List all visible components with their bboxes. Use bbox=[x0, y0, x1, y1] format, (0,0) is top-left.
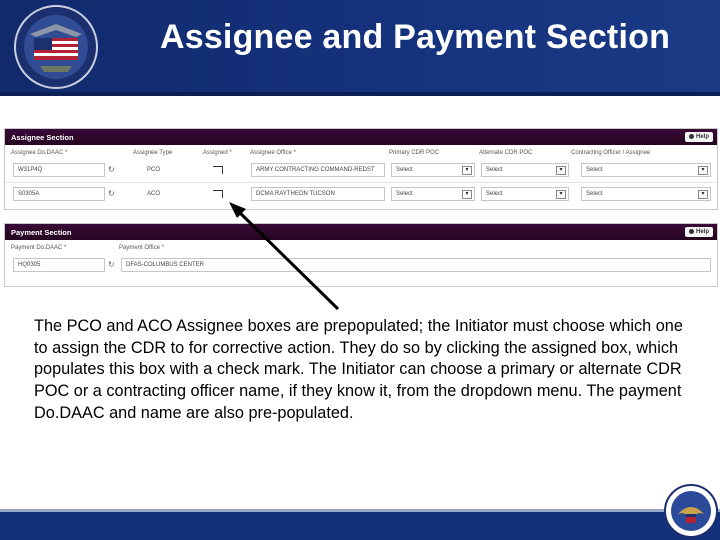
col-contracting-officer: Contracting Officer / Assignee bbox=[571, 150, 651, 156]
page-title: Assignee and Payment Section bbox=[159, 18, 671, 56]
chevron-down-icon[interactable]: ▾ bbox=[698, 166, 708, 175]
payment-section-title: Payment Section bbox=[11, 228, 72, 237]
assignee-grid: Assignee Do.DAAC * Assignee Type Assigne… bbox=[5, 145, 717, 209]
payment-help-label: Help bbox=[695, 229, 709, 235]
chevron-down-icon[interactable]: ▾ bbox=[698, 190, 708, 199]
assignee-help-button[interactable]: Help bbox=[684, 132, 713, 142]
contracting-officer-value-2: Select bbox=[586, 191, 603, 197]
assignee-section-panel: Assignee Section Help Assignee Do.DAAC *… bbox=[4, 128, 718, 210]
col-payment-office: Payment Office * bbox=[119, 245, 164, 251]
assigned-checkbox-2[interactable] bbox=[213, 190, 223, 198]
payment-section-panel: Payment Section Help Payment Do.DAAC * P… bbox=[4, 223, 718, 287]
primary-poc-value-1: Select bbox=[396, 167, 413, 173]
assignee-office-field-2[interactable]: DCMA RAYTHEON TUCSON bbox=[251, 187, 385, 201]
col-assigned: Assigned * bbox=[203, 150, 232, 156]
primary-poc-select-2[interactable]: Select ▾ bbox=[391, 187, 475, 201]
assigned-checkbox-1[interactable] bbox=[213, 166, 223, 174]
col-assignee-office: Assignee Office * bbox=[250, 150, 296, 156]
chevron-down-icon[interactable]: ▾ bbox=[462, 166, 472, 175]
refresh-icon[interactable]: ↻ bbox=[108, 165, 115, 174]
assignee-dodaac-field-2[interactable]: S0305A bbox=[13, 187, 105, 201]
alternate-poc-select-1[interactable]: Select ▾ bbox=[481, 163, 569, 177]
contracting-officer-select-2[interactable]: Select ▾ bbox=[581, 187, 711, 201]
assignee-office-field-1[interactable]: ARMY CONTRACTING COMMAND-REDST bbox=[251, 163, 385, 177]
army-contracting-seal-icon bbox=[14, 5, 98, 89]
alternate-poc-select-2[interactable]: Select ▾ bbox=[481, 187, 569, 201]
contracting-officer-select-1[interactable]: Select ▾ bbox=[581, 163, 711, 177]
help-icon bbox=[688, 228, 694, 234]
banner-divider bbox=[0, 92, 720, 96]
chevron-down-icon[interactable]: ▾ bbox=[556, 166, 566, 175]
payment-section-header: Payment Section Help bbox=[5, 224, 717, 240]
assignee-help-label: Help bbox=[695, 134, 709, 140]
col-payment-dodaac: Payment Do.DAAC * bbox=[11, 245, 67, 251]
alternate-poc-value-2: Select bbox=[486, 191, 503, 197]
row-divider bbox=[5, 182, 717, 183]
assignee-section-title: Assignee Section bbox=[11, 133, 74, 142]
refresh-icon[interactable]: ↻ bbox=[108, 260, 115, 269]
col-assignee-type: Assignee Type bbox=[133, 150, 173, 156]
payment-grid: Payment Do.DAAC * Payment Office * HQ030… bbox=[5, 240, 717, 286]
col-alternate-poc: Alternate CDR POC bbox=[479, 150, 533, 156]
alternate-poc-value-1: Select bbox=[486, 167, 503, 173]
help-icon bbox=[688, 133, 694, 139]
primary-poc-select-1[interactable]: Select ▾ bbox=[391, 163, 475, 177]
description-text: The PCO and ACO Assignee boxes are prepo… bbox=[34, 317, 683, 422]
footer-bar bbox=[0, 512, 720, 540]
primary-poc-value-2: Select bbox=[396, 191, 413, 197]
contracting-officer-value-1: Select bbox=[586, 167, 603, 173]
assignee-type-1: PCO bbox=[147, 167, 161, 173]
refresh-icon[interactable]: ↻ bbox=[108, 189, 115, 198]
assignee-section-header: Assignee Section Help bbox=[5, 129, 717, 145]
col-primary-poc: Primary CDR POC bbox=[389, 150, 440, 156]
payment-office-field[interactable]: DFAS-COLUMBUS CENTER bbox=[121, 258, 711, 272]
payment-dodaac-field[interactable]: HQ0305 bbox=[13, 258, 105, 272]
chevron-down-icon[interactable]: ▾ bbox=[462, 190, 472, 199]
assignee-type-2: ACO bbox=[147, 191, 161, 197]
payment-help-button[interactable]: Help bbox=[684, 227, 713, 237]
chevron-down-icon[interactable]: ▾ bbox=[556, 190, 566, 199]
dod-seal-icon bbox=[664, 484, 718, 538]
col-assignee-dodaac: Assignee Do.DAAC * bbox=[11, 150, 68, 156]
assignee-dodaac-field-1[interactable]: W31P4Q bbox=[13, 163, 105, 177]
